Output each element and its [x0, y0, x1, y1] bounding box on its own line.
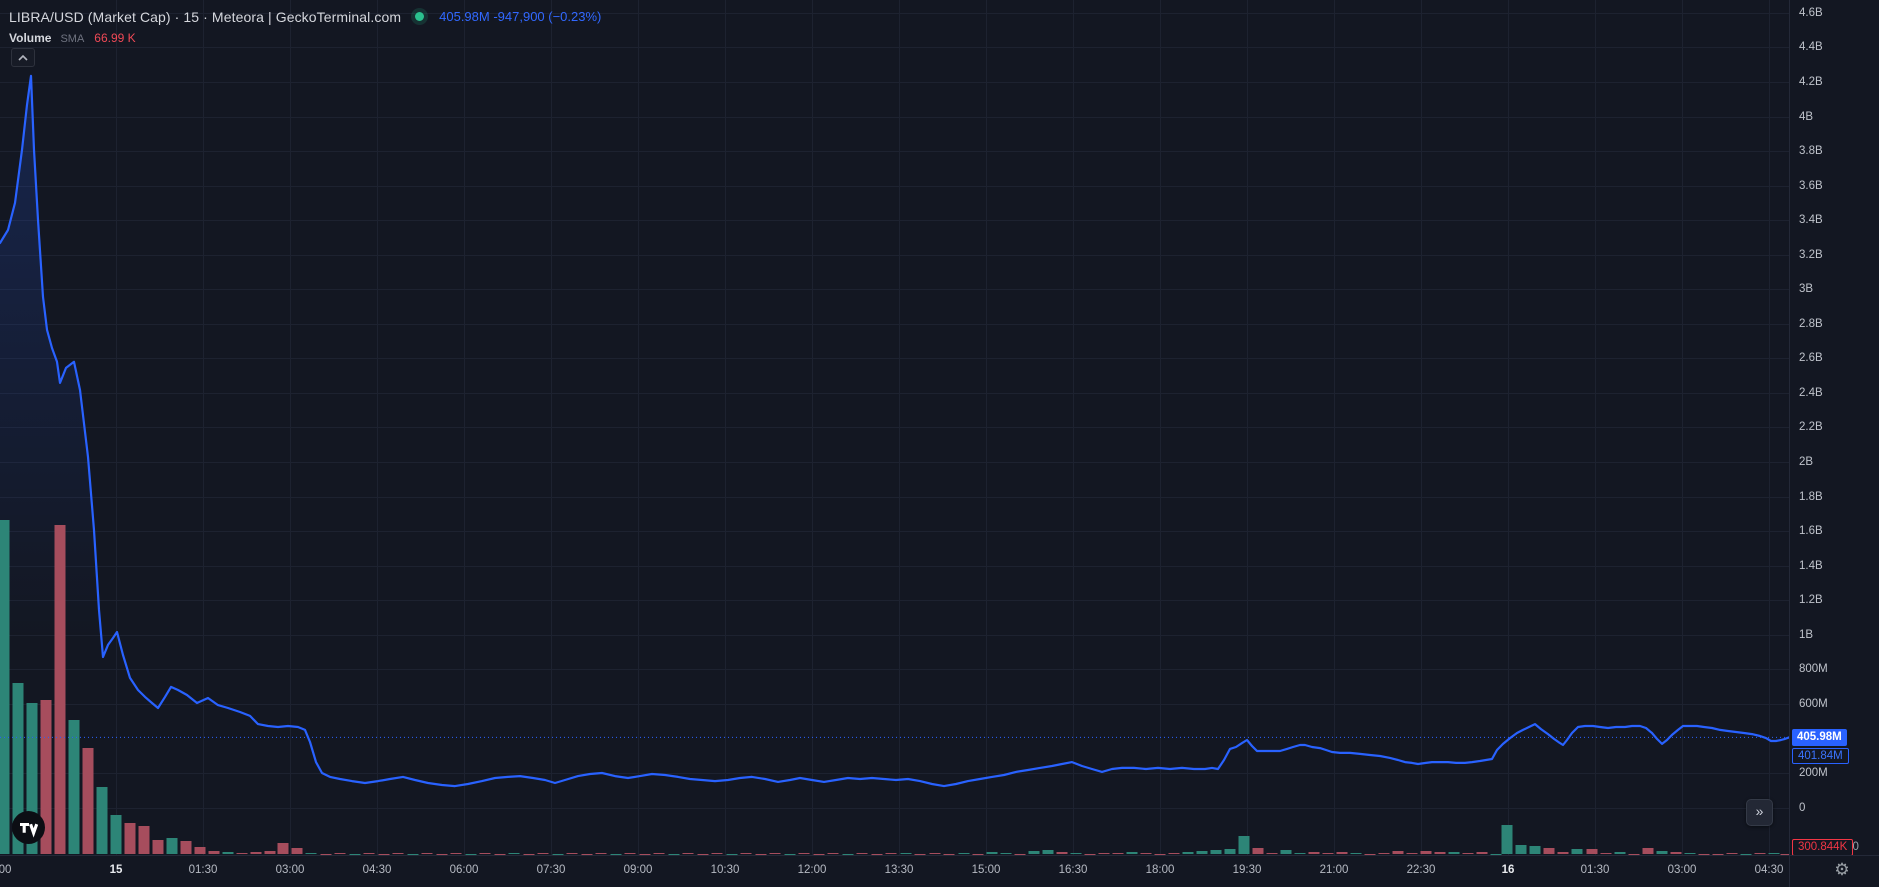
- price-tick-label: 2.4B: [1799, 386, 1823, 400]
- price-tick-label: 4.2B: [1799, 75, 1823, 89]
- time-tick-label: 16:30: [1059, 864, 1088, 876]
- time-tick-label: 22:30: [1407, 864, 1436, 876]
- time-tick-label: 22:00: [0, 864, 11, 876]
- time-tick-label: 13:30: [885, 864, 914, 876]
- price-line: [0, 76, 1789, 786]
- price-tick-label: 3.8B: [1799, 144, 1823, 158]
- current-price-badge: 405.98M: [1792, 729, 1847, 746]
- volume-value-badge: 300.844K: [1792, 839, 1853, 856]
- legend: LIBRA/USD (Market Cap) · 15 · Meteora | …: [9, 6, 601, 48]
- legend-symbol-row: LIBRA/USD (Market Cap) · 15 · Meteora | …: [9, 6, 601, 27]
- time-tick-label: 09:00: [624, 864, 653, 876]
- time-tick-label: 06:00: [450, 864, 479, 876]
- chart-pane[interactable]: [0, 0, 1789, 855]
- price-axis[interactable]: 300,844.800 405.98M 401.84M 300.844K 4.6…: [1789, 0, 1879, 855]
- price-tick-label: 2.2B: [1799, 420, 1823, 434]
- price-tick-label: 0: [1799, 801, 1805, 815]
- area-fill: [0, 76, 1789, 855]
- collapse-legend-button[interactable]: [11, 48, 35, 67]
- gear-icon[interactable]: ⚙: [1830, 858, 1854, 882]
- legend-volume-row: Volume SMA 66.99 K: [9, 31, 601, 48]
- secondary-price-badge: 401.84M: [1792, 748, 1849, 764]
- time-tick-label: 04:30: [1755, 864, 1784, 876]
- time-tick-label: 19:30: [1233, 864, 1262, 876]
- price-tick-label: 2B: [1799, 455, 1813, 469]
- price-tick-label: 200M: [1799, 766, 1828, 780]
- price-tick-label: 1.2B: [1799, 593, 1823, 607]
- volume-indicator-label[interactable]: Volume: [9, 31, 51, 45]
- time-tick-label: 03:00: [1668, 864, 1697, 876]
- sma-value: 66.99 K: [94, 31, 135, 45]
- price-tick-label: 3B: [1799, 282, 1813, 296]
- price-tick-label: 2.8B: [1799, 317, 1823, 331]
- price-tick-label: 2.6B: [1799, 351, 1823, 365]
- tv-logo-icon: [12, 811, 45, 844]
- time-axis[interactable]: 22:00 15 01:30 03:00 04:30 06:00 07:30 09:00 10:…: [0, 855, 1789, 887]
- price-tick-label: 1.6B: [1799, 524, 1823, 538]
- chart-window: LIBRA/USD (Market Cap) · 15 · Meteora | …: [0, 0, 1879, 887]
- price-tick-label: 1.4B: [1799, 559, 1823, 573]
- price-tick-label: 1.8B: [1799, 490, 1823, 504]
- time-tick-label: 21:00: [1320, 864, 1349, 876]
- price-tick-label: 3.4B: [1799, 213, 1823, 227]
- time-tick-label: 04:30: [363, 864, 392, 876]
- price-tick-label: 4B: [1799, 110, 1813, 124]
- symbol-values: 405.98M -947,900 (−0.23%): [439, 9, 601, 24]
- axis-corner: ⚙: [1789, 855, 1879, 887]
- time-tick-label: 16: [1502, 864, 1515, 876]
- price-tick-label: 3.2B: [1799, 248, 1823, 262]
- price-tick-label: 4.6B: [1799, 6, 1823, 20]
- tradingview-logo[interactable]: [12, 811, 45, 844]
- price-tick-label: 1B: [1799, 628, 1813, 642]
- sma-label: SMA: [60, 33, 84, 45]
- price-tick-label: 3.6B: [1799, 179, 1823, 193]
- time-tick-label: 15: [110, 864, 123, 876]
- price-tick-label: 600M: [1799, 697, 1828, 711]
- market-status-icon[interactable]: [415, 12, 424, 21]
- time-tick-label: 10:30: [711, 864, 740, 876]
- time-tick-label: 18:00: [1146, 864, 1175, 876]
- double-chevron-right-icon: »: [1756, 803, 1764, 819]
- time-tick-label: 03:00: [276, 864, 305, 876]
- symbol-title[interactable]: LIBRA/USD (Market Cap) · 15 · Meteora | …: [9, 9, 401, 25]
- time-tick-label: 15:00: [972, 864, 1001, 876]
- goto-realtime-button[interactable]: »: [1746, 799, 1773, 826]
- time-tick-label: 12:00: [798, 864, 827, 876]
- chevron-up-icon: [17, 54, 29, 62]
- price-tick-label: 800M: [1799, 662, 1828, 676]
- time-tick-label: 07:30: [537, 864, 566, 876]
- price-tick-label: 4.4B: [1799, 40, 1823, 54]
- time-tick-label: 01:30: [1581, 864, 1610, 876]
- time-tick-label: 01:30: [189, 864, 218, 876]
